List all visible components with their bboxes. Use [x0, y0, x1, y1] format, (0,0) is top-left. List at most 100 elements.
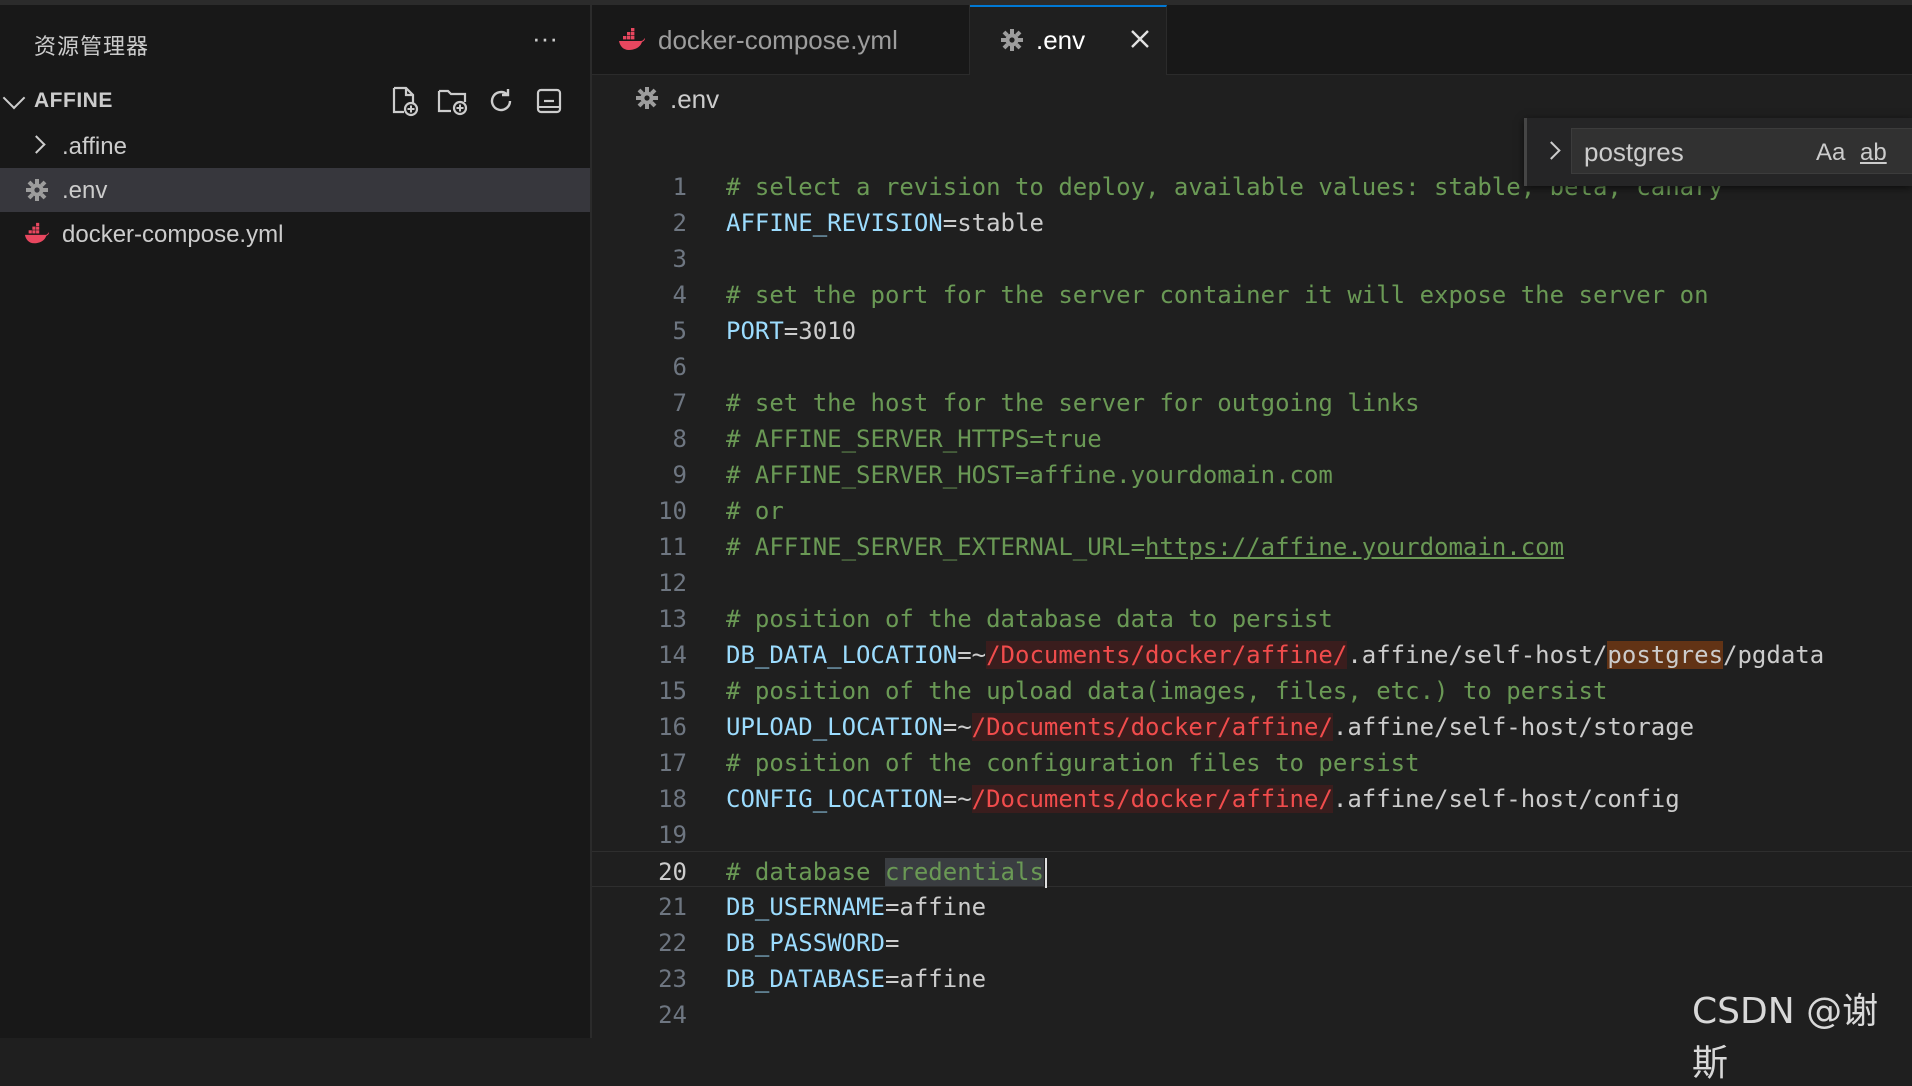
code-line[interactable]: 21 DB_USERNAME=affine	[592, 887, 1912, 923]
line-number: 24	[658, 1001, 687, 1029]
chevron-right-icon	[27, 135, 46, 154]
line-number: 12	[658, 569, 687, 597]
line-number: 16	[658, 713, 687, 741]
code-line[interactable]: 11 # AFFINE_SERVER_EXTERNAL_URL=https://a…	[592, 527, 1912, 563]
line-text: # set the host for the server for outgoi…	[726, 389, 1420, 417]
line-number: 7	[672, 389, 687, 417]
code-line[interactable]: 6	[592, 347, 1912, 383]
chevron-down-icon	[2, 86, 26, 110]
toggle-replace-chevron-icon[interactable]	[1542, 141, 1561, 160]
tree-item-label: .affine	[62, 133, 127, 160]
tree-item-docker-compose[interactable]: docker-compose.yml	[0, 212, 590, 256]
line-text: # set the port for the server container …	[726, 281, 1709, 309]
code-line[interactable]: 2 AFFINE_REVISION=stable	[592, 203, 1912, 239]
line-number: 23	[658, 965, 687, 993]
tab-docker-compose[interactable]: docker-compose.yml	[592, 5, 970, 75]
code-line[interactable]: 17 # position of the configuration files …	[592, 743, 1912, 779]
code-line[interactable]: 13 # position of the database data to per…	[592, 599, 1912, 635]
workspace-name: AFFINE	[34, 89, 113, 112]
line-text: # or	[726, 497, 784, 525]
line-number: 3	[672, 245, 687, 273]
line-text: # AFFINE_SERVER_HTTPS=true	[726, 425, 1102, 453]
explorer-header: 资源管理器 ···	[0, 5, 590, 80]
workspace-section-header[interactable]: AFFINE	[0, 80, 590, 124]
line-number: 10	[658, 497, 687, 525]
tree-item-affine-folder[interactable]: .affine	[0, 124, 590, 168]
line-number: 6	[672, 353, 687, 381]
tree-item-label: docker-compose.yml	[62, 221, 284, 248]
explorer-actions	[388, 84, 566, 120]
code-line[interactable]: 22 DB_PASSWORD=	[592, 923, 1912, 959]
code-line[interactable]: 19	[592, 815, 1912, 851]
new-folder-icon[interactable]	[436, 84, 470, 118]
line-text: # position of the configuration files to…	[726, 749, 1420, 777]
code-line[interactable]: 4 # set the port for the server container…	[592, 275, 1912, 311]
line-number: 15	[658, 677, 687, 705]
new-file-icon[interactable]	[388, 84, 422, 118]
line-text: DB_USERNAME=affine	[726, 893, 987, 921]
line-number: 17	[658, 749, 687, 777]
refresh-icon[interactable]	[484, 84, 518, 118]
code-line[interactable]: 8 # AFFINE_SERVER_HTTPS=true	[592, 419, 1912, 455]
code-editor[interactable]: 1 # select a revision to deploy, availabl…	[592, 125, 1912, 1038]
line-text: DB_PASSWORD=	[726, 929, 900, 957]
line-number: 5	[672, 317, 687, 345]
line-text: AFFINE_REVISION=stable	[726, 209, 1044, 237]
code-line[interactable]: 3	[592, 239, 1912, 275]
line-text: # position of the upload data(images, fi…	[726, 677, 1608, 705]
line-text: # database credentials	[726, 858, 1047, 888]
tab-label: .env	[1036, 25, 1086, 55]
gear-icon	[26, 179, 48, 201]
match-case-toggle[interactable]: Aa	[1816, 139, 1845, 167]
tab-env[interactable]: .env	[970, 5, 1167, 75]
find-widget: postgres Aa ab	[1524, 118, 1912, 186]
watermark: CSDN @谢斯	[1692, 991, 1879, 1084]
code-line[interactable]: 12	[592, 563, 1912, 599]
line-number: 4	[672, 281, 687, 309]
tree-item-env-file[interactable]: .env	[0, 168, 590, 212]
explorer-sidebar: 资源管理器 ··· AFFINE .affine .env docker-com…	[0, 5, 592, 1038]
code-line[interactable]: 16 UPLOAD_LOCATION=~/Documents/docker/aff…	[592, 707, 1912, 743]
code-line[interactable]: 9 # AFFINE_SERVER_HOST=affine.yourdomain.…	[592, 455, 1912, 491]
code-line[interactable]: 7 # set the host for the server for outgo…	[592, 383, 1912, 419]
docker-icon	[619, 28, 645, 50]
line-number: 8	[672, 425, 687, 453]
line-number: 20	[658, 858, 687, 886]
tab-label: docker-compose.yml	[658, 25, 898, 55]
line-text: # AFFINE_SERVER_EXTERNAL_URL=https://aff…	[726, 533, 1565, 561]
code-line[interactable]: 5 PORT=3010	[592, 311, 1912, 347]
collapse-all-icon[interactable]	[532, 84, 566, 118]
line-text: # position of the database data to persi…	[726, 605, 1333, 633]
line-number: 13	[658, 605, 687, 633]
find-input[interactable]: postgres Aa ab	[1571, 128, 1912, 174]
line-number: 2	[672, 209, 687, 237]
more-actions-icon[interactable]: ···	[532, 23, 558, 54]
code-line[interactable]: 10 # or	[592, 491, 1912, 527]
line-number: 11	[658, 533, 687, 561]
tree-item-label: .env	[62, 177, 108, 204]
line-number: 18	[658, 785, 687, 813]
line-text: CONFIG_LOCATION=~/Documents/docker/affin…	[726, 785, 1680, 813]
whole-word-toggle[interactable]: ab	[1860, 139, 1887, 167]
line-number: 19	[658, 821, 687, 849]
line-text: # AFFINE_SERVER_HOST=affine.yourdomain.c…	[726, 461, 1333, 489]
code-line[interactable]: 18 CONFIG_LOCATION=~/Documents/docker/aff…	[592, 779, 1912, 815]
close-icon[interactable]	[1128, 27, 1152, 51]
editor-tab-bar: docker-compose.yml .env	[592, 5, 1912, 75]
code-line[interactable]: 15 # position of the upload data(images, …	[592, 671, 1912, 707]
breadcrumb-file[interactable]: .env	[670, 84, 719, 115]
line-text: DB_DATA_LOCATION=~/Documents/docker/affi…	[726, 641, 1825, 669]
line-number: 1	[672, 173, 687, 201]
explorer-title: 资源管理器	[34, 34, 150, 59]
code-line[interactable]: 14 DB_DATA_LOCATION=~/Documents/docker/af…	[592, 635, 1912, 671]
gear-icon	[1001, 29, 1023, 51]
text-cursor	[1044, 858, 1047, 888]
line-number: 9	[672, 461, 687, 489]
find-query: postgres	[1584, 137, 1684, 167]
docker-icon	[24, 222, 50, 244]
code-line[interactable]: 20 # database credentials	[592, 851, 1912, 888]
line-number: 22	[658, 929, 687, 957]
line-text: UPLOAD_LOCATION=~/Documents/docker/affin…	[726, 713, 1695, 741]
line-text: DB_DATABASE=affine	[726, 965, 987, 993]
gear-icon	[636, 87, 658, 109]
